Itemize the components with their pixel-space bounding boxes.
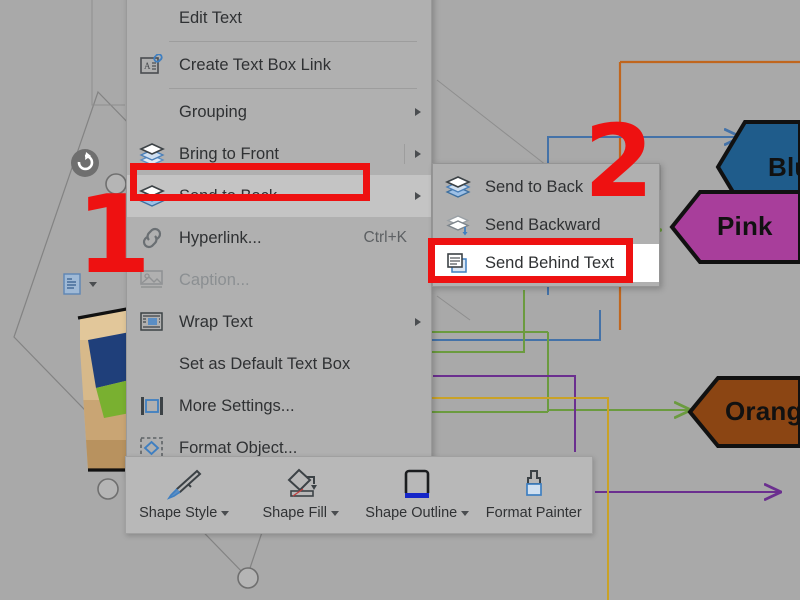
shape-fill-icon — [281, 465, 321, 503]
menu-item-grouping[interactable]: Grouping — [127, 91, 431, 133]
diagram-shape-blue-label: Blue — [768, 152, 800, 182]
menu-item-label: Set as Default Text Box — [179, 354, 351, 373]
no-icon — [135, 98, 169, 126]
send-backward-icon — [441, 211, 475, 239]
mini-toolbar-shape-style-label: Shape Style — [139, 505, 218, 521]
menu-item-label: Create Text Box Link — [179, 55, 331, 74]
screenshot-stage: Blue Pink Orange unica Edit Text — [0, 0, 800, 600]
menu-item-label: More Settings... — [179, 396, 295, 415]
chevron-down-icon — [89, 281, 97, 287]
diagram-shape-orange-label: Orange — [725, 396, 800, 426]
no-icon — [135, 350, 169, 378]
submenu-arrow-icon — [415, 318, 421, 326]
mini-toolbar-format-painter[interactable]: Format Painter — [476, 457, 593, 521]
menu-item-label: Format Object... — [179, 438, 298, 457]
send-to-back-icon — [135, 182, 169, 210]
menu-vertical-divider — [404, 144, 405, 164]
send-to-back-submenu[interactable]: Send to Back Send Backward Send Behind T… — [432, 163, 660, 287]
textbox-link-icon: A — [135, 51, 169, 79]
more-settings-icon — [135, 392, 169, 420]
submenu-arrow-icon — [415, 108, 421, 116]
chevron-down-icon[interactable] — [330, 510, 339, 516]
mini-toolbar-shape-style[interactable]: Shape Style — [126, 457, 243, 521]
menu-item-label: Hyperlink... — [179, 228, 262, 247]
submenu-item-label: Send Backward — [485, 215, 601, 234]
menu-item-accelerator: Ctrl+K — [363, 229, 408, 246]
submenu-arrow-icon — [415, 192, 421, 200]
submenu-item-send-behind-text[interactable]: Send Behind Text — [433, 244, 659, 282]
submenu-item-send-to-back[interactable]: Send to Back — [433, 168, 659, 206]
svg-text:A: A — [144, 61, 151, 71]
caption-icon — [135, 266, 169, 294]
submenu-arrow-icon — [415, 150, 421, 158]
menu-separator — [169, 41, 417, 42]
mini-toolbar-label: Format Painter — [486, 505, 582, 521]
mini-toolbar-shape-fill[interactable]: Shape Fill — [243, 457, 360, 521]
submenu-item-label: Send Behind Text — [485, 253, 615, 272]
menu-item-create-text-box-link[interactable]: A Create Text Box Link — [127, 44, 431, 86]
wrap-text-icon — [135, 308, 169, 336]
mini-toolbar-shape-fill-label: Shape Fill — [262, 505, 327, 521]
layout-options-icon — [63, 273, 81, 295]
no-icon — [135, 4, 169, 32]
shape-mini-toolbar[interactable]: Shape Style Shape Fill Shape Outline For… — [125, 456, 593, 534]
menu-item-label: Edit Text — [179, 8, 242, 27]
menu-item-wrap-text[interactable]: Wrap Text — [127, 301, 431, 343]
menu-item-label: Bring to Front — [179, 144, 279, 163]
chevron-down-icon[interactable] — [221, 510, 230, 516]
menu-item-label: Wrap Text — [179, 312, 253, 331]
menu-item-more-settings[interactable]: More Settings... — [127, 385, 431, 427]
send-behind-text-icon — [441, 249, 475, 277]
bring-to-front-icon — [135, 140, 169, 168]
connector-green-2 — [420, 290, 525, 353]
shape-outline-icon — [397, 465, 437, 503]
menu-item-label: Caption... — [179, 270, 250, 289]
hyperlink-icon — [135, 224, 169, 252]
mini-toolbar-label: Shape Outline — [365, 505, 470, 521]
mini-toolbar-label: Shape Fill — [263, 505, 339, 521]
menu-item-hyperlink[interactable]: Hyperlink... Ctrl+K — [127, 217, 431, 259]
connector-purple-1 — [433, 375, 576, 452]
menu-item-set-as-default-text-box[interactable]: Set as Default Text Box — [127, 343, 431, 385]
menu-item-label: Grouping — [179, 102, 247, 121]
rotate-handle — [71, 149, 99, 177]
submenu-item-send-backward[interactable]: Send Backward — [433, 206, 659, 244]
menu-item-edit-text[interactable]: Edit Text — [127, 0, 431, 39]
chevron-down-icon[interactable] — [461, 510, 470, 516]
menu-separator — [169, 88, 417, 89]
menu-item-send-to-back[interactable]: Send to Back — [127, 175, 431, 217]
shape-context-menu[interactable]: Edit Text A Create Text Box Link Groupin… — [126, 0, 432, 476]
submenu-item-label: Send to Back — [485, 177, 584, 196]
menu-item-bring-to-front[interactable]: Bring to Front — [127, 133, 431, 175]
layout-options-button[interactable] — [62, 272, 97, 296]
mini-toolbar-shape-outline-label: Shape Outline — [365, 505, 458, 521]
menu-item-label: Send to Back — [179, 186, 278, 205]
menu-item-caption: Caption... — [127, 259, 431, 301]
format-painter-icon — [514, 465, 554, 503]
mini-toolbar-format-painter-label: Format Painter — [485, 505, 582, 521]
mini-toolbar-shape-outline[interactable]: Shape Outline — [359, 457, 476, 521]
send-to-back-icon — [441, 173, 475, 201]
diagram-shape-pink-label: Pink — [717, 211, 773, 241]
paintbrush-icon — [164, 465, 204, 503]
mini-toolbar-label: Shape Style — [139, 505, 230, 521]
